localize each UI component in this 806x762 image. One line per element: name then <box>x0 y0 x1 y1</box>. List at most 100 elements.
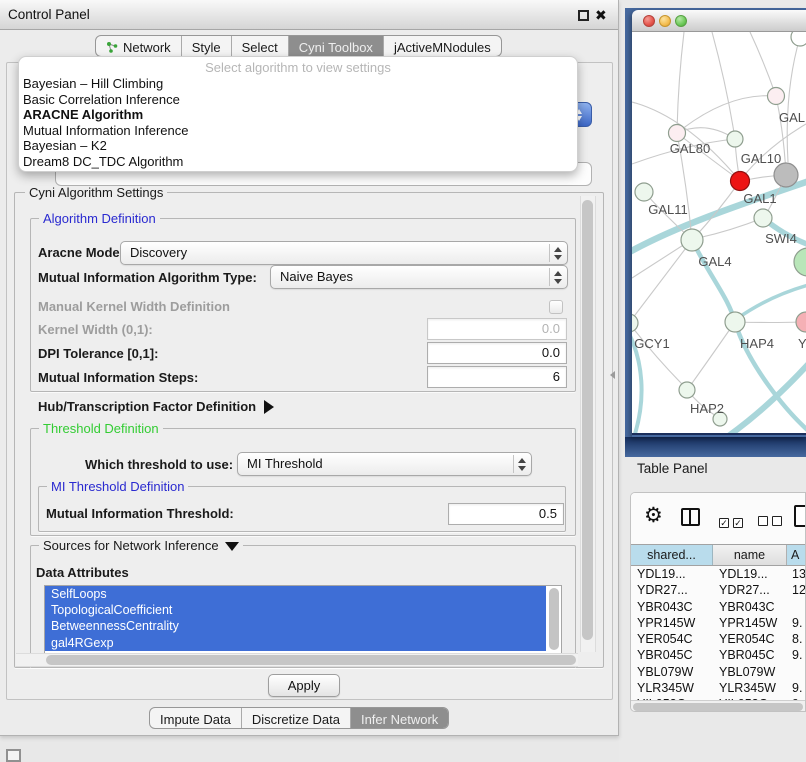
minimize-traffic-light[interactable] <box>659 15 671 27</box>
network-node-gal1[interactable] <box>731 172 750 191</box>
hub-definition-label: Hub/Transcription Factor Definition <box>38 399 256 414</box>
dpi-tolerance-field[interactable]: 0.0 <box>427 342 567 364</box>
algorithm-option[interactable]: Mutual Information Inference <box>21 123 573 139</box>
deselect-all-checkboxes-icon[interactable] <box>758 513 786 531</box>
network-node-swi4[interactable] <box>754 209 772 227</box>
close-traffic-light[interactable] <box>643 15 655 27</box>
settings-hscrollbar-thumb[interactable] <box>46 655 576 665</box>
table-row[interactable]: YDR27...YDR27...12 <box>631 582 806 598</box>
attribute-item[interactable]: SelfLoops <box>45 586 546 602</box>
network-node-labels: GALGAL80GAL10GAL1SWI4GAL11GAL4GCY1HAP4YH… <box>634 110 806 416</box>
close-icon[interactable]: ✖ <box>595 6 607 24</box>
sources-group-title[interactable]: Sources for Network Inference <box>39 538 243 553</box>
mi-steps-field[interactable]: 6 <box>427 366 567 388</box>
network-node[interactable] <box>794 248 806 276</box>
table-panel-title: Table Panel <box>637 461 708 476</box>
table-horizontal-scrollbar[interactable] <box>631 700 806 712</box>
new-table-icon[interactable] <box>794 505 806 527</box>
network-graph[interactable]: GALGAL80GAL10GAL1SWI4GAL11GAL4GCY1HAP4YH… <box>632 32 806 435</box>
apply-button[interactable]: Apply <box>268 674 340 697</box>
network-view-window[interactable]: GALGAL80GAL10GAL1SWI4GAL11GAL4GCY1HAP4YH… <box>632 10 806 437</box>
algorithm-option[interactable]: Bayesian – Hill Climbing <box>21 76 573 92</box>
control-panel-title: Control Panel <box>8 0 90 30</box>
manual-kernel-label: Manual Kernel Width Definition <box>38 299 230 314</box>
mi-threshold-field[interactable]: 0.5 <box>448 503 564 525</box>
table-cell <box>787 599 806 615</box>
settings-group-title: Cyni Algorithm Settings <box>25 185 167 200</box>
tab-label: Impute Data <box>160 709 231 730</box>
table-cell: 9. <box>787 647 806 663</box>
minimized-panel-icon[interactable] <box>6 749 21 762</box>
node-label: GAL11 <box>648 202 688 217</box>
tab-label: Discretize Data <box>252 709 340 730</box>
table-cell: 12 <box>787 582 806 598</box>
table-cell: YBR045C <box>713 647 787 663</box>
aracne-mode-value: Discovery <box>130 245 187 260</box>
algorithm-option[interactable]: Basic Correlation Inference <box>21 92 573 108</box>
table-cell: 9. <box>787 680 806 696</box>
table-row[interactable]: YER054CYER054C8. <box>631 631 806 647</box>
network-node-gcy1[interactable] <box>632 314 638 332</box>
float-window-icon[interactable] <box>578 10 589 21</box>
attribute-item[interactable]: BetweennessCentrality <box>45 618 546 634</box>
network-node-gal4[interactable] <box>681 229 703 251</box>
attributes-list-scrollbar[interactable] <box>548 588 560 652</box>
table-cell: YPR145W <box>713 615 787 631</box>
network-node[interactable] <box>791 32 806 46</box>
algorithm-option[interactable]: Dream8 DC_TDC Algorithm <box>21 154 573 170</box>
table-body[interactable]: YDL19...YDL19...13YDR27...YDR27...12YBR0… <box>631 566 806 700</box>
algorithm-options-list[interactable]: Bayesian – Hill ClimbingBasic Correlatio… <box>21 76 573 169</box>
tab-cyni-toolbox[interactable]: Cyni Toolbox <box>289 36 384 57</box>
tab-infer-network[interactable]: Infer Network <box>351 708 448 729</box>
scrollbar-thumb[interactable] <box>633 703 803 711</box>
network-node-gal[interactable] <box>768 88 785 105</box>
table-row[interactable]: YPR145WYPR145W9. <box>631 615 806 631</box>
hub-definition-toggle[interactable]: Hub/Transcription Factor Definition <box>38 399 274 414</box>
tab-style[interactable]: Style <box>182 36 232 57</box>
network-canvas[interactable]: GALGAL80GAL10GAL1SWI4GAL11GAL4GCY1HAP4YH… <box>632 32 806 435</box>
tab-jactivemnodules[interactable]: jActiveMNodules <box>384 36 501 57</box>
network-node-y[interactable] <box>796 312 806 332</box>
settings-vscrollbar-thumb[interactable] <box>582 200 593 640</box>
table-row[interactable]: YDL19...YDL19...13 <box>631 566 806 582</box>
network-node-gal10[interactable] <box>727 131 743 147</box>
gear-icon[interactable]: ⚙ <box>644 503 663 528</box>
algorithm-option[interactable]: ARACNE Algorithm <box>21 107 573 123</box>
select-all-checkboxes-icon[interactable]: ✓✓ <box>719 513 747 531</box>
network-node-gal11[interactable] <box>635 183 653 201</box>
table-row[interactable]: YBR043CYBR043C <box>631 599 806 615</box>
tab-network[interactable]: Network <box>96 36 182 57</box>
network-node-hap4[interactable] <box>725 312 745 332</box>
manual-kernel-checkbox[interactable] <box>549 300 563 314</box>
column-header-name[interactable]: name <box>713 545 787 565</box>
network-node-hap2[interactable] <box>679 382 695 398</box>
columns-icon[interactable] <box>681 508 700 526</box>
tab-select[interactable]: Select <box>232 36 289 57</box>
algorithm-definition-title: Algorithm Definition <box>39 211 160 226</box>
tab-impute-data[interactable]: Impute Data <box>150 708 242 729</box>
column-header-shared-name[interactable]: shared... <box>631 545 713 565</box>
network-edges-highlighted[interactable] <box>632 180 806 435</box>
which-threshold-select[interactable]: MI Threshold <box>237 452 532 476</box>
aracne-mode-select[interactable]: Discovery <box>120 241 568 265</box>
scrollbar-thumb[interactable] <box>549 588 559 650</box>
attribute-item[interactable]: TopologicalCoefficient <box>45 602 546 618</box>
network-node-gal80[interactable] <box>669 125 686 142</box>
table-row[interactable]: YBR045CYBR045C9. <box>631 647 806 663</box>
tab-discretize-data[interactable]: Discretize Data <box>242 708 351 729</box>
attribute-item[interactable]: gal4RGexp <box>45 635 546 651</box>
table-row[interactable]: YBL079WYBL079W <box>631 664 806 680</box>
network-node[interactable] <box>774 163 798 187</box>
table-header-row: shared... name A <box>631 544 806 566</box>
column-header-partial[interactable]: A <box>787 545 806 565</box>
table-row[interactable]: YLR345WYLR345W9. <box>631 680 806 696</box>
data-attributes-list[interactable]: SelfLoopsTopologicalCoefficientBetweenne… <box>44 585 562 654</box>
network-window-titlebar[interactable] <box>632 10 806 32</box>
screen: GALGAL80GAL10GAL1SWI4GAL11GAL4GCY1HAP4YH… <box>0 0 806 762</box>
mi-algorithm-type-select[interactable]: Naive Bayes <box>270 265 568 289</box>
algorithm-option[interactable]: Bayesian – K2 <box>21 138 573 154</box>
split-pane-collapse-arrow[interactable] <box>610 371 615 379</box>
zoom-traffic-light[interactable] <box>675 15 687 27</box>
mi-type-label: Mutual Information Algorithm Type: <box>38 270 257 285</box>
stepper-arrows-icon <box>549 268 565 286</box>
